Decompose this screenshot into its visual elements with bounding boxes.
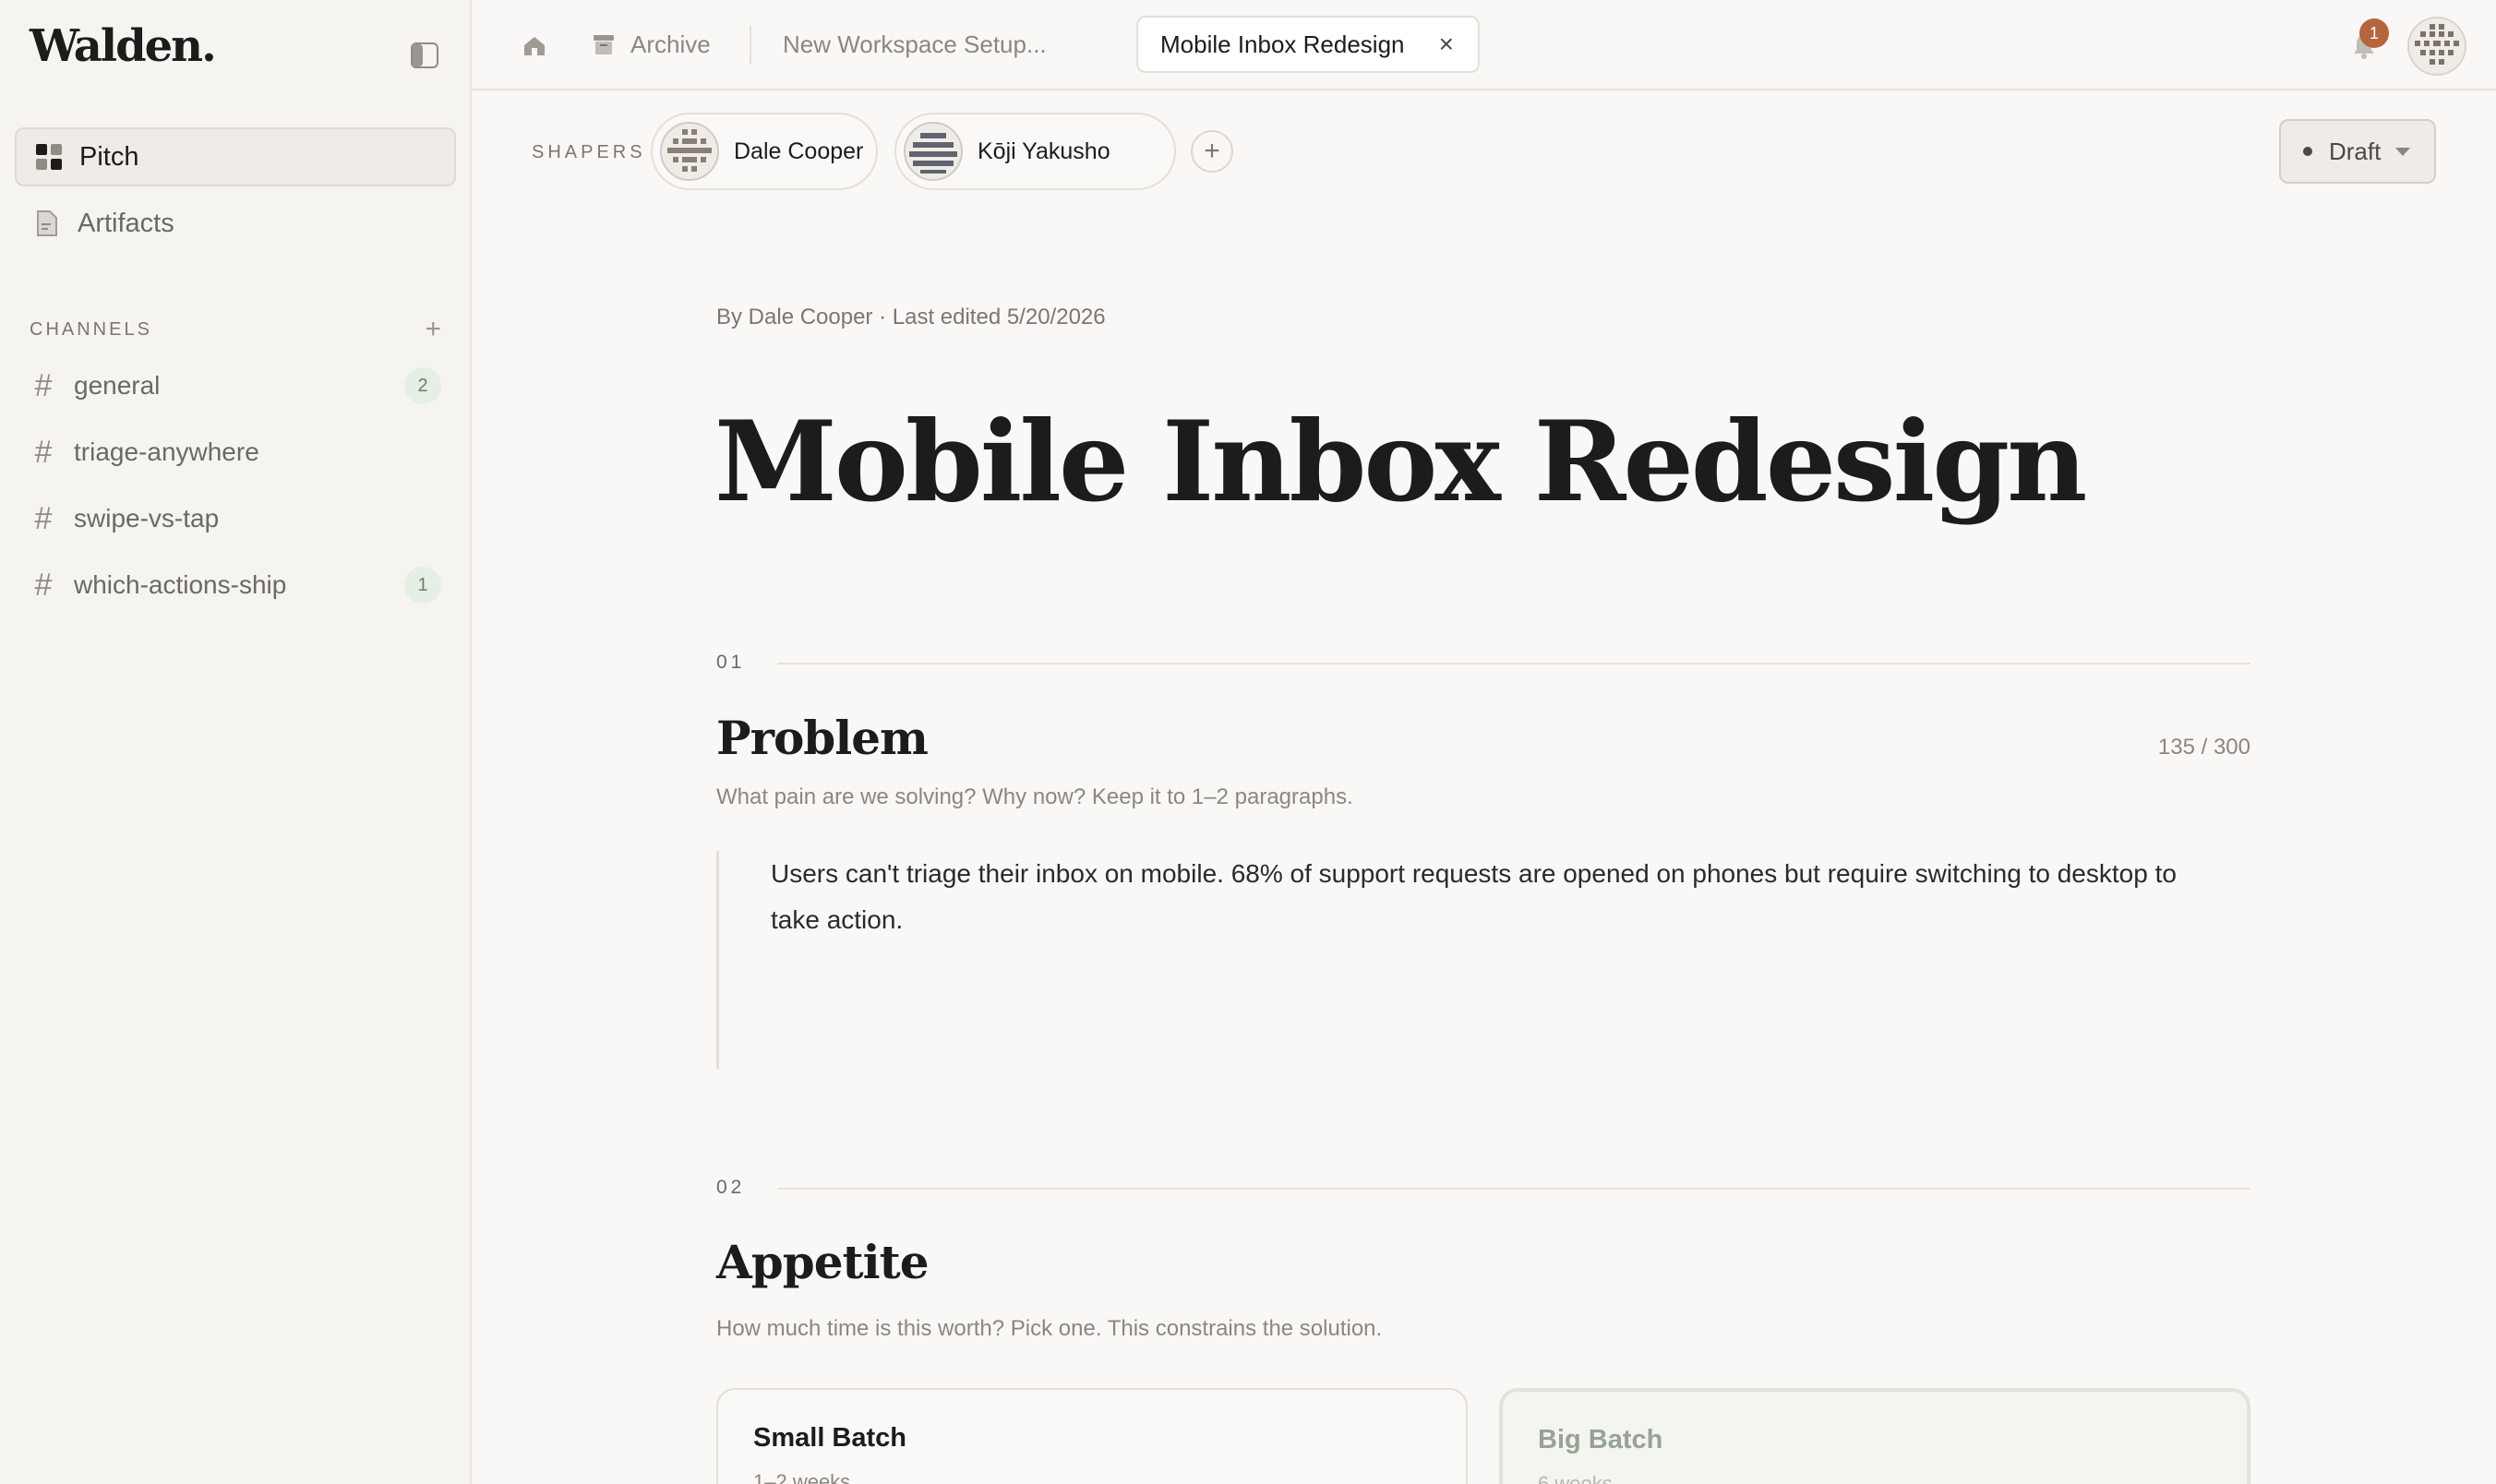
section-number: 01 [716, 652, 746, 673]
nav-item-artifacts[interactable]: Artifacts [15, 194, 456, 253]
option-name: Small Batch [753, 1423, 906, 1453]
avatar [660, 122, 719, 181]
add-channel-button[interactable]: + [425, 316, 441, 343]
appetite-option-big-batch[interactable]: Big Batch 6 weeks [1499, 1388, 2250, 1484]
channel-name: swipe-vs-tap [74, 504, 220, 533]
section-hint: What pain are we solving? Why now? Keep … [716, 784, 1353, 809]
section-hint: How much time is this worth? Pick one. T… [716, 1316, 1383, 1341]
section-divider [777, 663, 2250, 664]
archive-icon [592, 32, 616, 56]
doc-meta: By Dale Cooper · Last edited 5/20/2026 [716, 305, 1106, 329]
home-icon[interactable] [520, 31, 549, 61]
status-dropdown[interactable]: Draft [2279, 119, 2436, 184]
section-number: 02 [716, 1177, 746, 1198]
pitch-grid-icon [35, 143, 63, 171]
tab-label: Mobile Inbox Redesign [1160, 30, 1405, 58]
channels-header: CHANNELS + [30, 316, 441, 343]
tab-new-workspace-setup[interactable]: New Workspace Setup... [783, 16, 1047, 73]
appetite-option-small-batch[interactable]: Small Batch 1–2 weeks [716, 1388, 1468, 1484]
hash-icon: # [34, 567, 53, 603]
tab-archive[interactable]: Archive [592, 16, 711, 73]
hash-icon: # [34, 367, 53, 403]
channels-label: CHANNELS [30, 318, 152, 340]
channel-name: triage-anywhere [74, 437, 259, 466]
unread-badge: 1 [404, 567, 441, 604]
channel-name: general [74, 371, 161, 400]
document-icon [33, 209, 61, 237]
add-shaper-button[interactable]: + [1191, 130, 1233, 173]
option-name: Big Batch [1538, 1425, 1663, 1454]
tab-mobile-inbox-redesign[interactable]: Mobile Inbox Redesign × [1136, 16, 1480, 73]
shaper-chip-dale-cooper[interactable]: Dale Cooper [651, 113, 878, 190]
unread-badge: 2 [404, 367, 441, 404]
section-title: Problem [716, 711, 929, 765]
close-tab-icon[interactable]: × [1439, 30, 1454, 59]
sidebar: Walden. Pitch Artifacts CHANNELS + # gen… [0, 0, 472, 1484]
channel-which-actions-ship[interactable]: # which-actions-ship 1 [30, 563, 441, 607]
shapers-label: SHAPERS [532, 142, 646, 162]
hash-icon: # [34, 434, 53, 470]
section-title: Appetite [716, 1235, 930, 1289]
shaper-name: Kōji Yakusho [978, 138, 1110, 164]
tab-divider [750, 26, 751, 65]
option-duration: 6 weeks [1538, 1472, 1613, 1484]
notification-count-badge: 1 [2359, 18, 2389, 48]
shaper-name: Dale Cooper [734, 138, 864, 164]
option-duration: 1–2 weeks [753, 1470, 851, 1484]
user-avatar[interactable] [2407, 17, 2466, 76]
status-dot-icon [2303, 147, 2312, 156]
channel-swipe-vs-tap[interactable]: # swipe-vs-tap [30, 497, 441, 541]
collapse-sidebar-icon[interactable] [410, 41, 439, 70]
shaper-chip-koji-yakusho[interactable]: Kōji Yakusho [894, 113, 1176, 190]
channel-triage-anywhere[interactable]: # triage-anywhere [30, 430, 441, 474]
nav-item-label: Pitch [79, 141, 139, 172]
avatar [904, 122, 963, 181]
section-divider [777, 1188, 2250, 1190]
status-label: Draft [2329, 137, 2382, 165]
app-logo: Walden. [30, 20, 217, 72]
channel-general[interactable]: # general 2 [30, 364, 441, 408]
chevron-down-icon [2395, 147, 2411, 156]
nav-item-label: Artifacts [78, 208, 174, 238]
hash-icon: # [34, 500, 53, 536]
tab-label: New Workspace Setup... [783, 30, 1047, 58]
page-title[interactable]: Mobile Inbox Redesign [714, 397, 2087, 527]
tab-label: Archive [630, 30, 711, 58]
character-counter: 135 / 300 [2157, 735, 2250, 760]
top-bar: Archive New Workspace Setup... Mobile In… [472, 0, 2496, 90]
channel-name: which-actions-ship [74, 570, 287, 599]
nav-item-pitch[interactable]: Pitch [15, 127, 456, 186]
problem-text-area[interactable]: Users can't triage their inbox on mobile… [716, 851, 2250, 1069]
